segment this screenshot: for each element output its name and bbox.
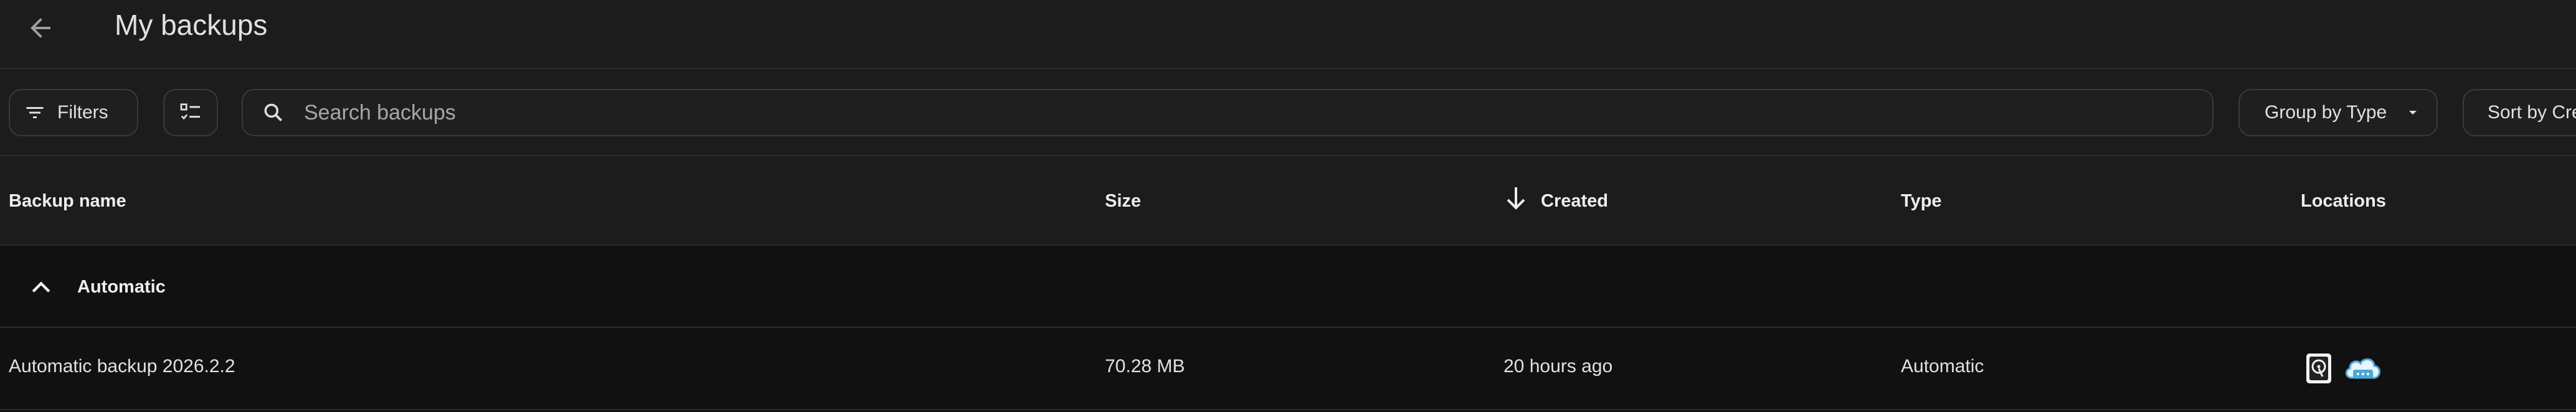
page-title: My backups xyxy=(115,9,268,41)
column-header-size[interactable]: Size xyxy=(1105,189,1141,213)
caret-down-icon xyxy=(2409,111,2417,115)
checklist-select-icon xyxy=(180,103,200,120)
filter-lines-icon xyxy=(26,107,44,118)
backup-name-cell[interactable]: Automatic backup 2026.2.2 xyxy=(9,354,235,379)
group-header-automatic[interactable]: Automatic xyxy=(0,246,2576,328)
group-by-label: Group by Type xyxy=(2265,102,2387,123)
created-cell: 20 hours ago xyxy=(1503,356,1613,377)
column-header-name[interactable]: Backup name xyxy=(9,189,126,213)
filters-label: Filters xyxy=(57,102,108,123)
sort-by-dropdown[interactable]: Sort by Created xyxy=(2463,89,2576,136)
group-by-dropdown[interactable]: Group by Type xyxy=(2238,89,2438,136)
column-header-locations[interactable]: Locations xyxy=(2301,189,2386,213)
sort-descending-arrow-icon[interactable] xyxy=(1501,184,1531,213)
column-header-type[interactable]: Type xyxy=(1901,189,1942,213)
filters-button[interactable]: Filters xyxy=(9,89,138,136)
search-field[interactable] xyxy=(242,89,2214,136)
table-row[interactable]: Automatic backup 2026.2.2 70.28 MB 20 ho… xyxy=(0,328,2576,410)
group-label: Automatic xyxy=(77,277,166,297)
select-mode-button[interactable] xyxy=(163,89,218,136)
hard-drive-icon xyxy=(2306,353,2331,383)
arrow-left-icon xyxy=(31,18,50,38)
chevron-up-icon[interactable] xyxy=(27,273,55,301)
search-input[interactable] xyxy=(303,100,2174,126)
size-cell: 70.28 MB xyxy=(1105,356,1185,377)
top-app-bar: My backups xyxy=(0,0,2576,69)
back-button[interactable] xyxy=(16,4,65,52)
toolbar: Filters Group by Type Sort by Created xyxy=(0,69,2576,156)
sort-by-label: Sort by Created xyxy=(2488,102,2576,123)
table-header: Backup name Size Created Type Locations xyxy=(0,156,2576,246)
column-header-created[interactable]: Created xyxy=(1541,189,1608,213)
search-icon xyxy=(264,103,283,122)
type-cell: Automatic xyxy=(1901,356,1984,377)
cloud-icon xyxy=(2345,358,2380,379)
